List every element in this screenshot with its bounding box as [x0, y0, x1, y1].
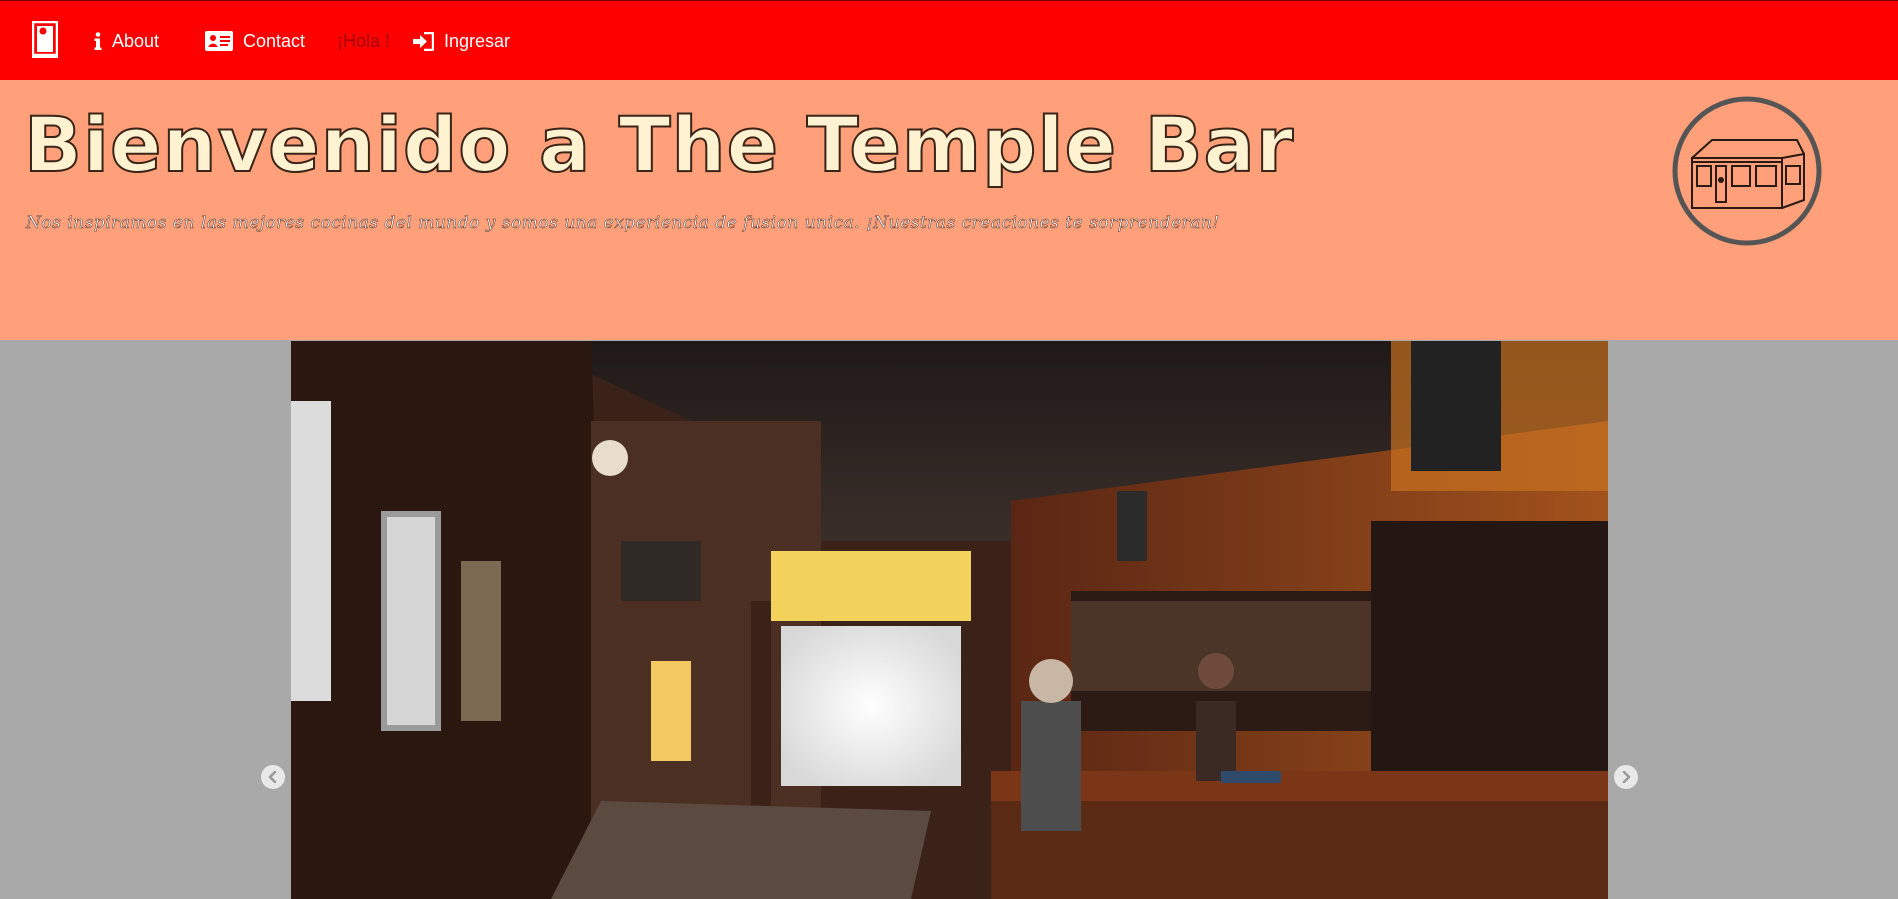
hero-title: Bienvenido a The Temple Bar	[23, 99, 1295, 190]
chevron-right-icon	[1622, 771, 1631, 783]
nav-contact-link[interactable]: Contact	[205, 1, 305, 81]
sign-in-icon	[413, 31, 434, 51]
chevron-left-icon	[268, 771, 277, 783]
nav-contact-label: Contact	[243, 30, 306, 51]
top-navbar: About Contact ¡Hola ! Ingresar	[0, 0, 1898, 80]
nav-about-link[interactable]: About	[94, 1, 159, 81]
temple-bar-building-logo	[1672, 96, 1822, 246]
greeting-text: ¡Hola !	[337, 30, 391, 51]
nav-login-link[interactable]: Ingresar	[413, 1, 510, 81]
carousel-image	[291, 341, 1608, 899]
contact-card-icon	[205, 31, 233, 51]
hero-subtitle: Nos inspiramos en las mejores cocinas de…	[26, 213, 1220, 234]
bar-interior-photo	[291, 341, 1608, 899]
info-icon	[94, 32, 102, 50]
door-logo-icon[interactable]	[32, 21, 58, 59]
hero-banner: Bienvenido a The Temple Bar Nos inspiram…	[0, 80, 1898, 340]
carousel-prev-button[interactable]	[261, 765, 285, 789]
carousel-next-button[interactable]	[1614, 765, 1638, 789]
nav-about-label: About	[112, 30, 160, 51]
nav-login-label: Ingresar	[444, 30, 511, 51]
